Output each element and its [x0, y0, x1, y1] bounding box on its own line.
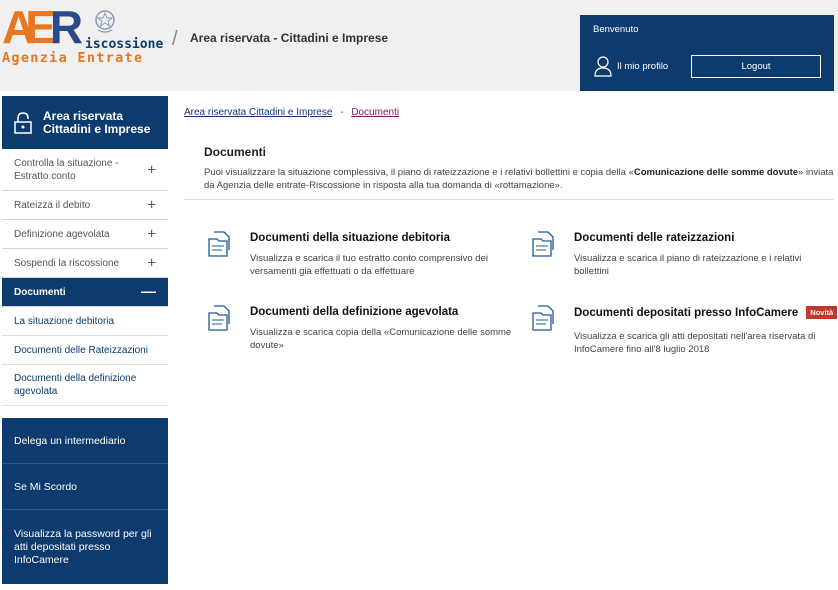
sidebar-title-line2: Cittadini e Imprese: [43, 121, 151, 136]
sidebar-header: Area riservata Cittadini e Imprese: [2, 96, 168, 149]
document-icon: [532, 231, 554, 257]
new-badge: Novità: [806, 306, 838, 319]
breadcrumb: Area riservata Cittadini e Imprese - Doc…: [184, 107, 399, 118]
card-title-text: Documenti depositati presso InfoCamere: [574, 307, 799, 319]
divider: [184, 199, 834, 200]
ader-logo[interactable]: AER iscossione Agenzia Entrate: [2, 4, 168, 66]
card-title[interactable]: Documenti della definizione agevolata: [250, 306, 458, 318]
logo-agenzia-entrate: Agenzia Entrate: [2, 50, 144, 66]
sidebar-services: Delega un intermediario Se Mi Scordo Vis…: [2, 418, 168, 584]
plus-icon[interactable]: +: [147, 162, 156, 177]
sidebar-password-infocamere[interactable]: Visualizza la password per gli atti depo…: [2, 510, 168, 584]
minus-icon[interactable]: —: [141, 284, 156, 301]
document-icon: [532, 305, 554, 331]
header: AER iscossione Agenzia Entrate / Area ri…: [0, 0, 838, 91]
card-description: Visualizza e scarica il piano di rateizz…: [574, 253, 802, 277]
welcome-panel: Benvenuto Il mio profilo Logout: [580, 15, 834, 91]
document-icon: [208, 305, 230, 331]
breadcrumb-area-riservata[interactable]: Area riservata Cittadini e Imprese: [184, 107, 332, 118]
sidebar-subitem-rateizzazioni[interactable]: Documenti delle Rateizzazioni: [2, 336, 168, 365]
sidebar-title-line1: Area riservata: [43, 108, 124, 123]
card-title[interactable]: Documenti della situazione debitoria: [250, 232, 450, 244]
emblem-icon: [95, 10, 115, 33]
intro-bold: Comunicazione delle somme dovute: [633, 167, 799, 178]
user-icon: [594, 56, 612, 77]
sidebar: Area riservata Cittadini e Imprese Contr…: [2, 96, 168, 584]
profile-link[interactable]: Il mio profilo: [593, 55, 668, 77]
sidebar-item-label: Documenti: [14, 286, 66, 298]
page-intro: Puoi visualizzare la situazione compless…: [204, 166, 834, 192]
logo-letters: AER: [2, 1, 83, 53]
breadcrumb-documenti[interactable]: Documenti: [351, 107, 399, 118]
plus-icon[interactable]: +: [147, 255, 156, 272]
sidebar-subitem-label: Documenti delle Rateizzazioni: [14, 344, 148, 356]
area-title: Area riservata - Cittadini e Imprese: [190, 31, 389, 45]
sidebar-item-label: Definizione agevolata: [14, 228, 110, 240]
welcome-text: Benvenuto: [593, 24, 639, 35]
logout-button[interactable]: Logout: [691, 55, 821, 78]
sidebar-item-sospendi[interactable]: Sospendi la riscossione +: [2, 249, 168, 278]
sidebar-delega[interactable]: Delega un intermediario: [2, 418, 168, 464]
card-description: Visualizza e scarica gli atti depositati…: [574, 331, 816, 355]
sidebar-subitem-label: Documenti della definizione agevolata: [14, 373, 137, 397]
sidebar-subitem-definizione[interactable]: Documenti della definizione agevolata: [2, 365, 168, 406]
header-separator: /: [172, 28, 178, 50]
sidebar-item-documenti[interactable]: Documenti —: [2, 278, 168, 307]
sidebar-subitem-situazione[interactable]: La situazione debitoria: [2, 307, 168, 336]
block-label: Se Mi Scordo: [14, 480, 78, 493]
sidebar-item-label: Sospendi la riscossione: [14, 257, 120, 269]
plus-icon[interactable]: +: [147, 226, 156, 243]
plus-icon[interactable]: +: [147, 197, 156, 214]
breadcrumb-separator: -: [340, 107, 344, 118]
card-title[interactable]: Documenti delle rateizzazioni: [574, 232, 734, 244]
sidebar-item-label: Rateizza il debito: [14, 199, 91, 211]
card-title[interactable]: Documenti depositati presso InfoCamere No…: [574, 306, 838, 319]
sidebar-item-rateizza[interactable]: Rateizza il debito +: [2, 191, 168, 220]
sidebar-item-controlla[interactable]: Controlla la situazione - Estratto conto…: [2, 149, 168, 191]
sidebar-subitem-label: La situazione debitoria: [14, 315, 115, 327]
card-description: Visualizza e scarica il tuo estratto con…: [250, 253, 488, 277]
intro-text: Puoi visualizzare la situazione compless…: [204, 167, 634, 178]
card-description: Visualizza e scarica copia della «Comuni…: [250, 327, 512, 351]
document-icon: [208, 231, 230, 257]
page-title: Documenti: [204, 145, 267, 159]
sidebar-item-definizione[interactable]: Definizione agevolata +: [2, 220, 168, 249]
profile-label: Il mio profilo: [617, 60, 669, 72]
lock-icon: [14, 111, 32, 134]
sidebar-title: Area riservata Cittadini e Imprese: [43, 108, 151, 136]
sidebar-item-label: Controlla la situazione - Estratto conto: [14, 157, 119, 182]
block-label: Visualizza la password per gli atti depo…: [14, 527, 152, 566]
block-label: Delega un intermediario: [14, 434, 126, 447]
sidebar-se-mi-scordo[interactable]: Se Mi Scordo: [2, 464, 168, 510]
